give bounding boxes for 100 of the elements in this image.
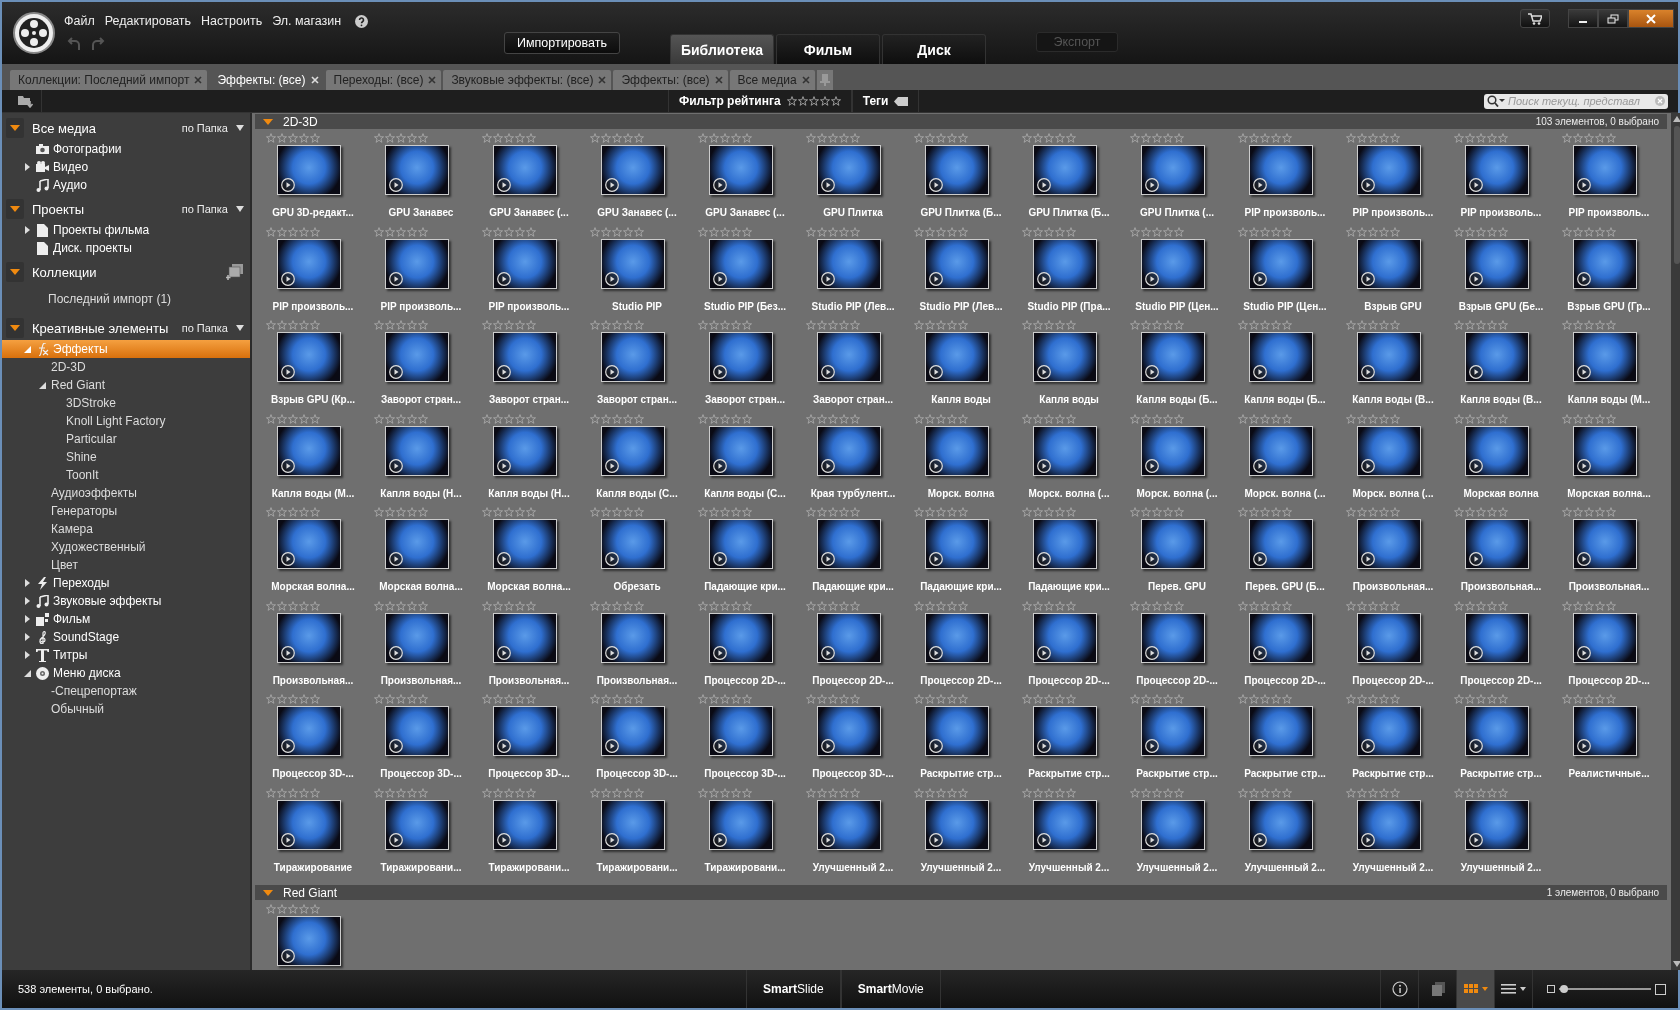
star-rating[interactable] [1238, 694, 1292, 704]
star-rating[interactable] [482, 694, 536, 704]
star-rating[interactable] [374, 600, 428, 611]
star-rating[interactable] [266, 694, 320, 704]
effect-thumbnail[interactable] [385, 145, 449, 195]
play-icon[interactable] [929, 645, 943, 660]
star-rating[interactable] [914, 226, 968, 237]
play-icon[interactable] [605, 552, 619, 566]
play-icon[interactable] [389, 739, 403, 753]
play-icon[interactable] [713, 271, 727, 286]
effect-thumbnail[interactable] [277, 799, 341, 850]
play-icon[interactable] [1361, 645, 1375, 660]
play-icon[interactable] [821, 365, 835, 379]
tree-item[interactable]: Проекты фильма [2, 221, 250, 239]
star-rating[interactable] [914, 320, 968, 330]
star-rating[interactable] [1346, 133, 1400, 143]
star-rating[interactable] [914, 787, 968, 798]
effect-thumbnail[interactable] [1249, 706, 1313, 756]
effect-thumbnail[interactable] [277, 145, 341, 195]
star-rating[interactable] [1022, 600, 1076, 611]
play-icon[interactable] [713, 739, 727, 753]
effect-thumbnail[interactable] [1357, 706, 1421, 756]
menu-item[interactable]: Файл [64, 14, 95, 28]
close-button[interactable] [1628, 9, 1674, 28]
main-tab[interactable]: Диск [882, 34, 986, 64]
effect-thumbnail[interactable] [1249, 332, 1313, 382]
effect-thumbnail[interactable] [493, 706, 557, 756]
effect-thumbnail[interactable] [1141, 706, 1205, 756]
star-rating[interactable] [1130, 226, 1184, 237]
play-icon[interactable] [1469, 645, 1483, 660]
star-rating[interactable] [1562, 600, 1616, 611]
effect-thumbnail[interactable] [601, 706, 665, 756]
effect-thumbnail[interactable] [1357, 799, 1421, 850]
effect-thumbnail[interactable] [1357, 425, 1421, 476]
star-rating[interactable] [1130, 694, 1184, 704]
play-icon[interactable] [821, 458, 835, 473]
play-icon[interactable] [281, 365, 295, 379]
collection-tab[interactable]: Переходы: (все) [325, 70, 442, 90]
restore-button[interactable] [1598, 9, 1628, 28]
play-icon[interactable] [389, 552, 403, 566]
effect-thumbnail[interactable] [601, 519, 665, 569]
effect-thumbnail[interactable] [1249, 145, 1313, 195]
play-icon[interactable] [281, 552, 295, 566]
effect-thumbnail[interactable] [1141, 145, 1205, 195]
star-rating[interactable] [1238, 320, 1292, 330]
effect-thumbnail[interactable] [493, 145, 557, 195]
effect-thumbnail[interactable] [601, 238, 665, 289]
effect-thumbnail[interactable] [601, 332, 665, 382]
play-icon[interactable] [1469, 739, 1483, 753]
play-icon[interactable] [929, 178, 943, 192]
tag-icon[interactable] [894, 96, 909, 106]
effect-thumbnail[interactable] [1141, 799, 1205, 850]
star-rating[interactable] [374, 787, 428, 798]
play-icon[interactable] [1577, 178, 1591, 192]
play-icon[interactable] [281, 645, 295, 660]
star-rating[interactable] [374, 694, 428, 704]
tree-item[interactable]: Обычный [2, 700, 250, 718]
star-rating[interactable] [374, 413, 428, 424]
effect-thumbnail[interactable] [817, 799, 881, 850]
play-icon[interactable] [1145, 739, 1159, 753]
play-icon[interactable] [1361, 832, 1375, 847]
star-rating[interactable] [1346, 226, 1400, 237]
play-icon[interactable] [605, 271, 619, 286]
play-icon[interactable] [1037, 552, 1051, 566]
play-icon[interactable] [1145, 365, 1159, 379]
star-rating[interactable] [374, 320, 428, 330]
play-icon[interactable] [389, 645, 403, 660]
tree-item[interactable]: Particular [2, 430, 250, 448]
effect-thumbnail[interactable] [1465, 612, 1529, 663]
play-icon[interactable] [1361, 271, 1375, 286]
effect-thumbnail[interactable] [493, 799, 557, 850]
play-icon[interactable] [713, 832, 727, 847]
star-rating[interactable] [914, 133, 968, 143]
star-rating[interactable] [482, 413, 536, 424]
star-rating[interactable] [374, 226, 428, 237]
play-icon[interactable] [605, 739, 619, 753]
effect-thumbnail[interactable] [1465, 706, 1529, 756]
star-rating[interactable] [1454, 320, 1508, 330]
play-icon[interactable] [281, 739, 295, 753]
play-icon[interactable] [1253, 271, 1267, 286]
close-icon[interactable] [714, 76, 723, 84]
play-icon[interactable] [281, 832, 295, 847]
effect-thumbnail[interactable] [1465, 519, 1529, 569]
star-rating[interactable] [266, 320, 320, 330]
play-icon[interactable] [1145, 552, 1159, 566]
effect-thumbnail[interactable] [385, 238, 449, 289]
play-icon[interactable] [821, 552, 835, 566]
play-icon[interactable] [1361, 458, 1375, 473]
sort-dropdown[interactable]: по Папка [181, 203, 244, 215]
tree-item[interactable]: -Спецрепортаж [2, 682, 250, 700]
play-icon[interactable] [1469, 832, 1483, 847]
effect-thumbnail[interactable] [1573, 706, 1637, 756]
play-icon[interactable] [821, 645, 835, 660]
minimize-button[interactable] [1568, 9, 1598, 28]
play-icon[interactable] [1253, 552, 1267, 566]
play-icon[interactable] [1037, 739, 1051, 753]
tree-item[interactable]: Видео [2, 158, 250, 176]
effect-thumbnail[interactable] [1465, 425, 1529, 476]
effect-thumbnail[interactable] [1249, 519, 1313, 569]
effect-thumbnail[interactable] [277, 612, 341, 663]
